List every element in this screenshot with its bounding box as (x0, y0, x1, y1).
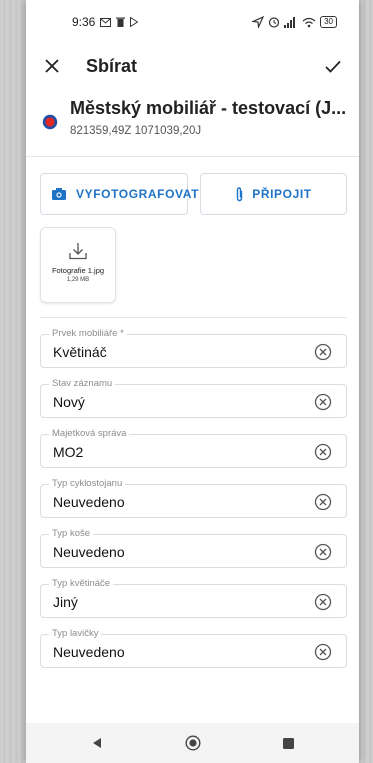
field-value[interactable]: Neuvedeno (53, 544, 125, 560)
clear-icon[interactable] (314, 593, 332, 611)
attachment-buttons: VYFOTOGRAFOVAT PŘIPOJIT (26, 157, 359, 215)
field-label: Stav záznamu (49, 378, 116, 389)
gmail-icon (100, 17, 112, 27)
layer-header: Městský mobiliář - testovací (J... 82135… (26, 88, 359, 156)
home-circle-icon (184, 735, 201, 751)
page-title: Sbírat (86, 55, 138, 76)
attachment-thumbnail[interactable]: Fotografie 1.jpg 1,29 MB (40, 227, 116, 303)
trash-notification-icon (116, 17, 126, 27)
attachment-name: Fotografie 1.jpg (51, 266, 105, 275)
close-button[interactable] (40, 54, 64, 78)
field-typ-lavicky[interactable]: Typ lavičky Neuvedeno (40, 628, 347, 668)
battery-icon: 30 (320, 16, 337, 28)
field-label: Typ koše (49, 528, 94, 539)
signal-icon (284, 16, 296, 28)
layer-title: Městský mobiliář - testovací (J... (70, 98, 347, 118)
play-store-icon (130, 17, 139, 27)
status-bar: 9:36 30 (26, 0, 359, 44)
submit-button[interactable] (321, 54, 345, 78)
system-nav-bar (26, 723, 359, 763)
wifi-icon (302, 17, 316, 27)
take-photo-label: VYFOTOGRAFOVAT (76, 187, 200, 201)
field-label: Typ lavičky (49, 628, 102, 639)
layer-coordinates: 821359,49Z 1071039,20J (70, 125, 202, 137)
take-photo-button[interactable]: VYFOTOGRAFOVAT (40, 173, 200, 215)
field-typ-cyklostojanu[interactable]: Typ cyklostojanu Neuvedeno (40, 478, 347, 518)
attach-button[interactable]: PŘIPOJIT (200, 173, 347, 215)
field-value[interactable]: Neuvedeno (53, 494, 125, 510)
field-majetkova-sprava[interactable]: Majetková správa MO2 (40, 428, 347, 468)
paperclip-icon (237, 186, 243, 201)
field-label: Typ květináče (49, 578, 114, 589)
clear-icon[interactable] (314, 493, 332, 511)
attachment-size: 1,29 MB (66, 277, 90, 283)
download-icon (69, 243, 87, 260)
alarm-icon (268, 17, 280, 28)
field-typ-kose[interactable]: Typ koše Neuvedeno (40, 528, 347, 568)
nav-back-button[interactable] (49, 737, 145, 749)
app-bar: Sbírat (26, 44, 359, 88)
phone-screen: 9:36 30 Sbírat Městský mobiliář - testov… (26, 0, 359, 763)
field-prvek-mobiliare[interactable]: Prvek mobiliáře * Květináč (40, 328, 347, 368)
layer-text: Městský mobiliář - testovací (J... 82135… (70, 98, 346, 156)
field-stav-zaznamu[interactable]: Stav záznamu Nový (40, 378, 347, 418)
clear-icon[interactable] (314, 643, 332, 661)
form-fields: Prvek mobiliáře * Květináč Stav záznamu … (26, 328, 359, 668)
status-right: 30 (252, 16, 337, 28)
field-value[interactable]: Jiný (53, 594, 78, 610)
form-divider (40, 317, 347, 318)
clear-icon[interactable] (314, 443, 332, 461)
clear-icon[interactable] (314, 393, 332, 411)
clear-icon[interactable] (314, 543, 332, 561)
field-value[interactable]: Neuvedeno (53, 644, 125, 660)
camera-icon (52, 188, 66, 200)
field-value[interactable]: Nový (53, 394, 85, 410)
field-typ-kvetinace[interactable]: Typ květináče Jiný (40, 578, 347, 618)
field-label: Prvek mobiliáře * (49, 328, 127, 339)
nav-home-button[interactable] (145, 735, 241, 751)
app-bar-left: Sbírat (40, 54, 137, 78)
nav-recents-button[interactable] (241, 737, 337, 749)
checkmark-icon (325, 60, 341, 73)
field-label: Majetková správa (49, 428, 130, 439)
status-time: 9:36 (72, 15, 96, 29)
layer-symbol-icon (42, 114, 58, 130)
close-icon (45, 59, 59, 73)
recents-square-icon (283, 737, 294, 749)
location-arrow-icon (252, 16, 265, 28)
attach-label: PŘIPOJIT (252, 187, 312, 201)
back-triangle-icon (92, 738, 101, 748)
status-left: 9:36 (72, 15, 139, 29)
field-value[interactable]: Květináč (53, 344, 107, 360)
field-label: Typ cyklostojanu (49, 478, 126, 489)
field-value[interactable]: MO2 (53, 444, 83, 460)
clear-icon[interactable] (314, 343, 332, 361)
